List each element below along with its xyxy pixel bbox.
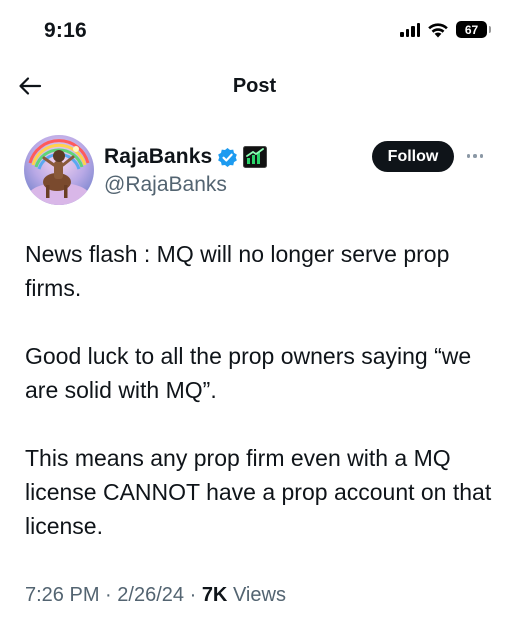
post-paragraph: This means any prop firm even with a MQ … bbox=[25, 445, 492, 539]
views-count: 7K bbox=[201, 584, 228, 606]
wifi-icon bbox=[428, 22, 448, 37]
more-options-button[interactable] bbox=[462, 146, 488, 166]
verified-badge-icon bbox=[218, 147, 238, 167]
status-time: 9:16 bbox=[44, 19, 87, 42]
post-header: Post bbox=[0, 60, 509, 114]
more-dots-icon bbox=[466, 154, 471, 158]
post-paragraph: Good luck to all the prop owners saying … bbox=[25, 343, 472, 403]
page-title: Post bbox=[232, 75, 277, 97]
status-bar: 9:16 67 bbox=[0, 0, 509, 60]
avatar[interactable] bbox=[24, 135, 94, 205]
author-row: RajaBanks @RajaBanks Follow bbox=[0, 128, 509, 210]
post-paragraph: News flash : MQ will no longer serve pro… bbox=[25, 241, 450, 301]
meta-separator: · bbox=[189, 584, 197, 606]
status-icons: 67 bbox=[400, 21, 491, 38]
post-date[interactable]: 2/26/24 bbox=[117, 584, 184, 606]
display-name[interactable]: RajaBanks bbox=[104, 145, 212, 169]
post-meta: 7:26 PM · 2/26/24 · 7K Views bbox=[25, 584, 286, 607]
affiliate-logo-icon bbox=[243, 146, 268, 168]
post-time[interactable]: 7:26 PM bbox=[25, 584, 99, 606]
follow-button[interactable]: Follow bbox=[372, 141, 454, 172]
avatar-image bbox=[24, 135, 94, 205]
user-handle[interactable]: @RajaBanks bbox=[104, 173, 227, 197]
views-label: Views bbox=[232, 584, 286, 606]
cellular-signal-icon bbox=[400, 22, 420, 37]
post-text: News flash : MQ will no longer serve pro… bbox=[25, 237, 495, 577]
display-name-row: RajaBanks bbox=[104, 145, 268, 169]
meta-separator: · bbox=[105, 584, 112, 606]
battery-level: 67 bbox=[464, 22, 479, 37]
battery-icon: 67 bbox=[456, 21, 491, 38]
